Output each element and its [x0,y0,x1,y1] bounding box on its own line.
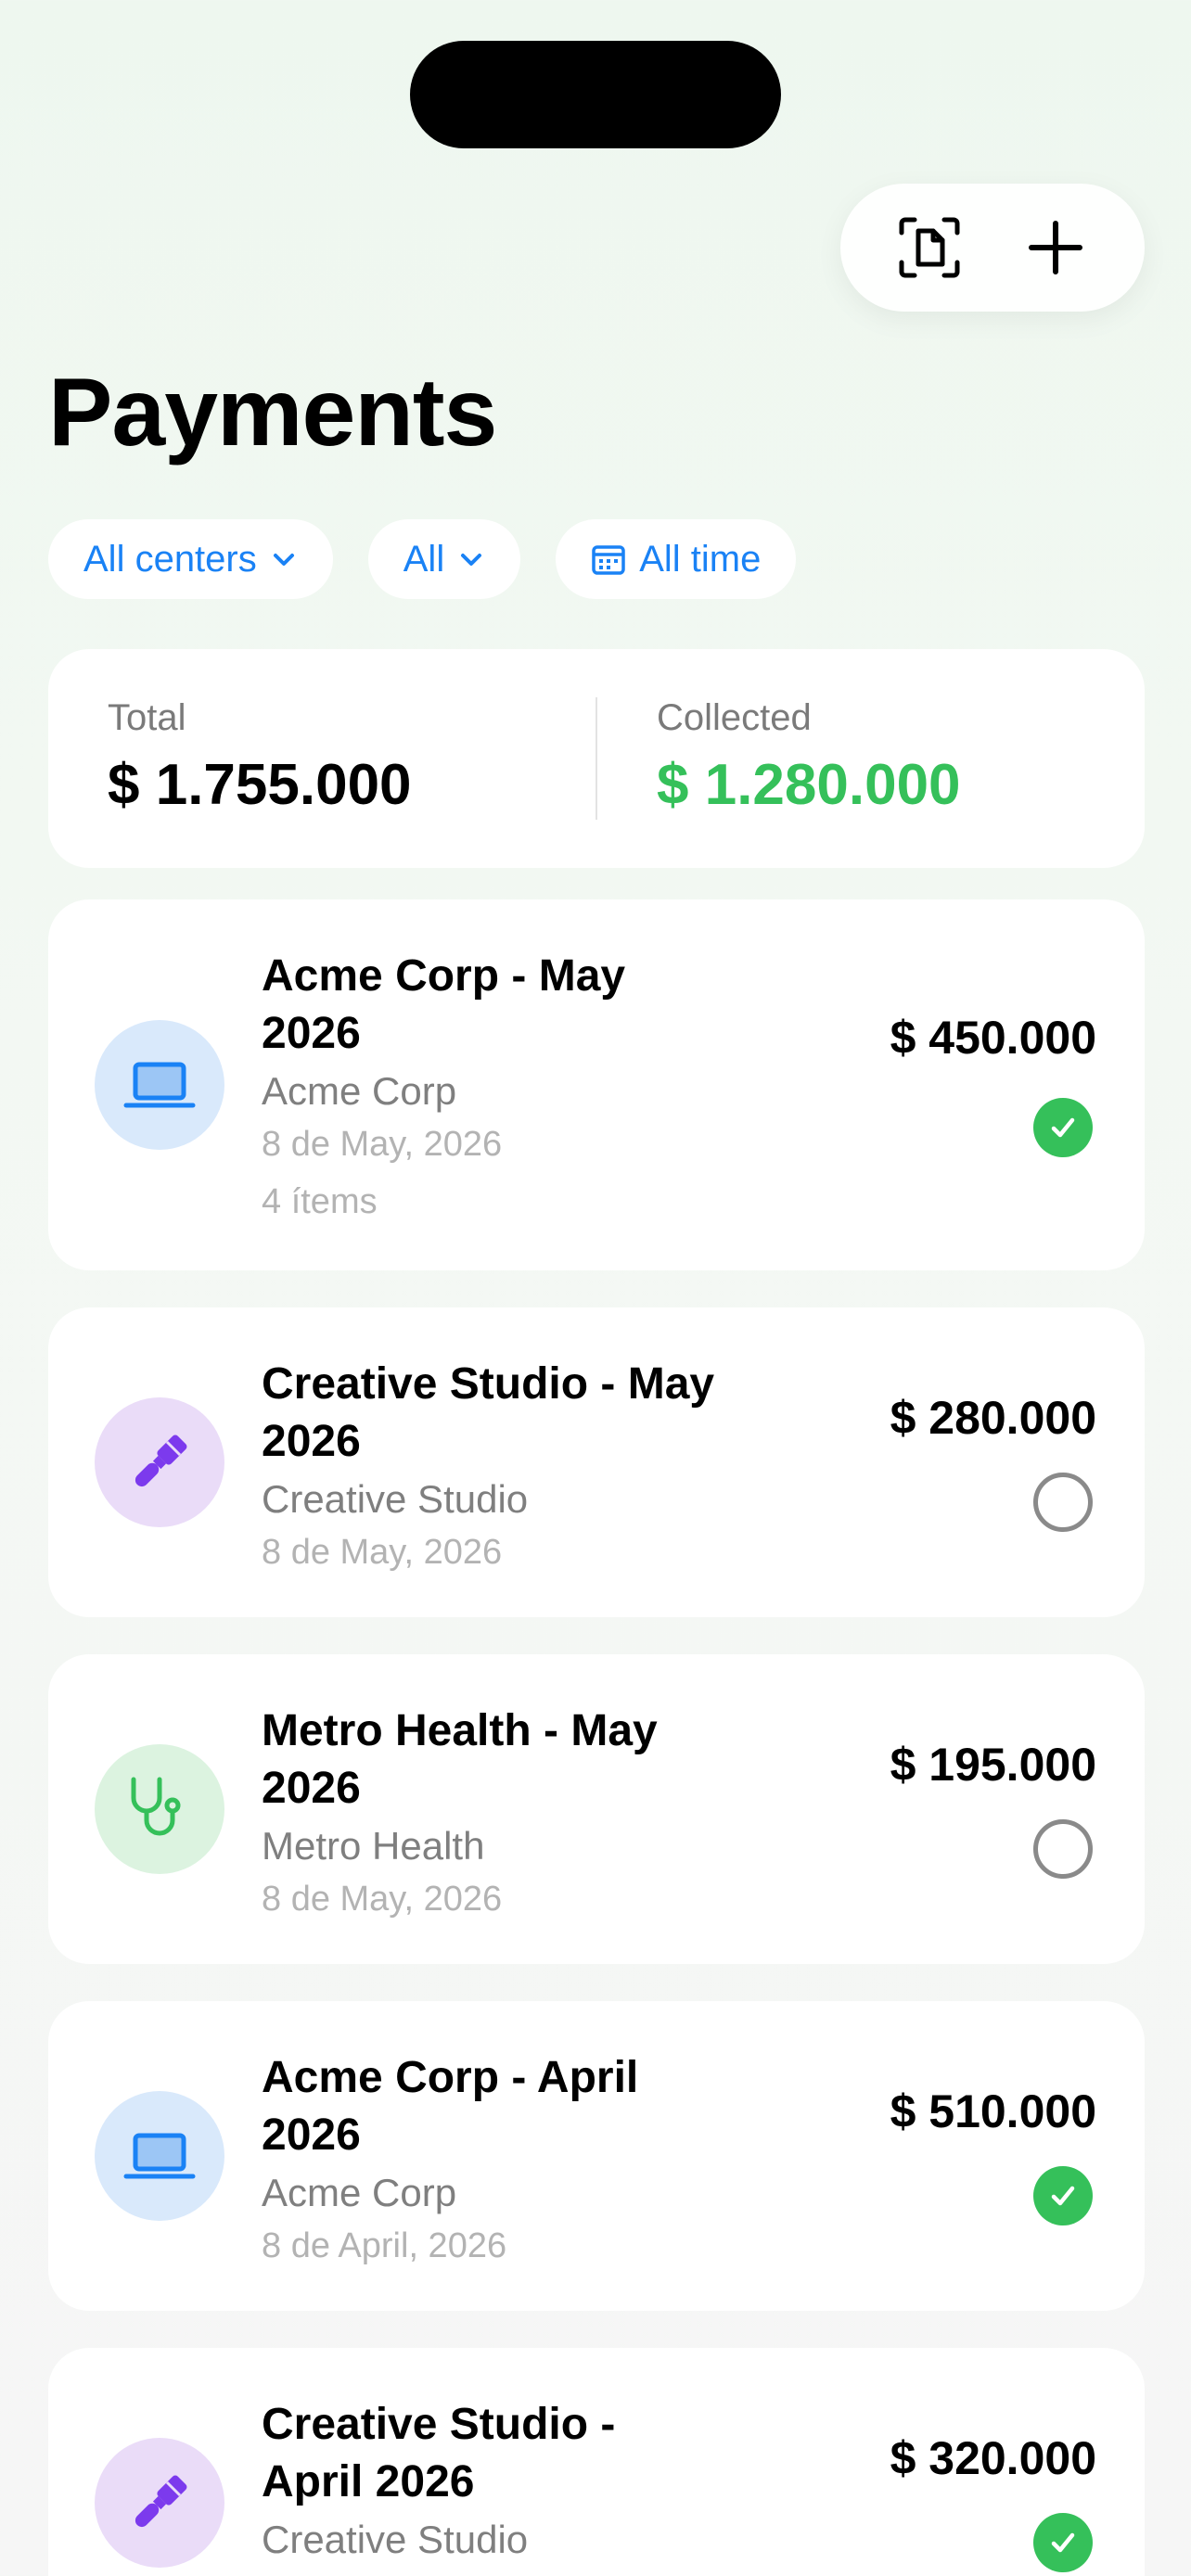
payment-amount: $ 450.000 [890,1012,1096,1064]
payment-card[interactable]: Acme Corp - April 2026 Acme Corp 8 de Ap… [48,2001,1145,2311]
payment-date: 8 de May, 2026 [262,1880,503,1919]
payment-card[interactable]: Creative Studio - April 2026 Creative St… [48,2348,1145,2576]
payment-info: Metro Health - May 2026 Metro Health 8 d… [262,1702,725,1923]
payment-info: Acme Corp - April 2026 Acme Corp 8 de Ap… [262,2049,725,2270]
chevron-down-icon [273,554,294,566]
unpaid-status-toggle[interactable] [1033,1819,1093,1879]
paintbrush-icon [134,2475,187,2528]
payment-info: Acme Corp - May 2026 Acme Corp 8 de May,… [262,948,725,1226]
payment-info: Creative Studio - May 2026 Creative Stud… [262,1356,725,1576]
stethoscope-icon [131,1777,181,1836]
filter-bar: All centers All All time [48,519,797,599]
scan-document-icon [899,217,960,278]
status-filter-label: All [403,538,445,580]
payment-date: 8 de April, 2026 [262,2226,507,2265]
payment-amount: $ 510.000 [890,2085,1096,2137]
plus-icon [1029,221,1082,274]
chevron-down-icon [461,554,482,566]
payment-title: Metro Health - May 2026 [262,1706,658,1813]
category-avatar [95,2438,224,2568]
period-filter-label: All time [639,538,762,580]
laptop-icon [123,2133,196,2179]
period-filter[interactable]: All time [556,519,797,599]
payment-client: Acme Corp [262,2171,457,2214]
scan-document-button[interactable] [888,206,971,289]
center-filter-label: All centers [83,538,257,580]
payment-title: Creative Studio - April 2026 [262,2400,616,2506]
checkmark-icon [1051,2532,1075,2553]
checkmark-icon [1051,1117,1075,1138]
laptop-icon [123,1062,196,1108]
page-title: Payments [48,359,497,466]
header-actions [840,184,1145,312]
summary-card: Total $ 1.755.000 Collected $ 1.280.000 [48,649,1145,868]
category-avatar [95,1397,224,1527]
total-label: Total [108,697,186,738]
paid-status-toggle[interactable] [1033,2513,1093,2572]
calendar-icon [592,545,625,575]
payment-title: Acme Corp - April 2026 [262,2053,639,2160]
paintbrush-icon [134,1435,187,1487]
total-section: Total $ 1.755.000 [48,649,596,868]
category-avatar [95,1020,224,1150]
dynamic-island [410,41,781,148]
payment-title: Acme Corp - May 2026 [262,951,626,1058]
collected-value: $ 1.280.000 [657,753,961,817]
collected-section: Collected $ 1.280.000 [597,649,1145,868]
status-filter[interactable]: All [367,519,521,599]
center-filter[interactable]: All centers [48,519,333,599]
payment-card[interactable]: Metro Health - May 2026 Metro Health 8 d… [48,1654,1145,1964]
total-value: $ 1.755.000 [108,753,412,817]
checkmark-icon [1051,2186,1075,2206]
payment-card[interactable]: Acme Corp - May 2026 Acme Corp 8 de May,… [48,899,1145,1270]
payment-amount: $ 280.000 [890,1392,1096,1444]
unpaid-status-toggle[interactable] [1033,1473,1093,1532]
payment-card[interactable]: Creative Studio - May 2026 Creative Stud… [48,1307,1145,1617]
collected-label: Collected [657,697,812,738]
category-avatar [95,2091,224,2221]
payment-client: Creative Studio [262,2518,529,2561]
category-avatar [95,1744,224,1874]
payment-amount: $ 195.000 [890,1739,1096,1791]
add-payment-button[interactable] [1014,206,1097,289]
payment-client: Creative Studio [262,1477,529,1521]
payment-items: 4 ítems [262,1182,378,1221]
paid-status-toggle[interactable] [1033,2166,1093,2225]
payment-date: 8 de May, 2026 [262,1533,503,1572]
payment-title: Creative Studio - May 2026 [262,1359,715,1466]
payment-client: Metro Health [262,1824,485,1868]
payment-date: 8 de May, 2026 [262,1125,503,1164]
payment-client: Acme Corp [262,1069,457,1113]
payment-amount: $ 320.000 [890,2432,1096,2484]
payment-info: Creative Studio - April 2026 Creative St… [262,2396,725,2569]
paid-status-toggle[interactable] [1033,1098,1093,1157]
